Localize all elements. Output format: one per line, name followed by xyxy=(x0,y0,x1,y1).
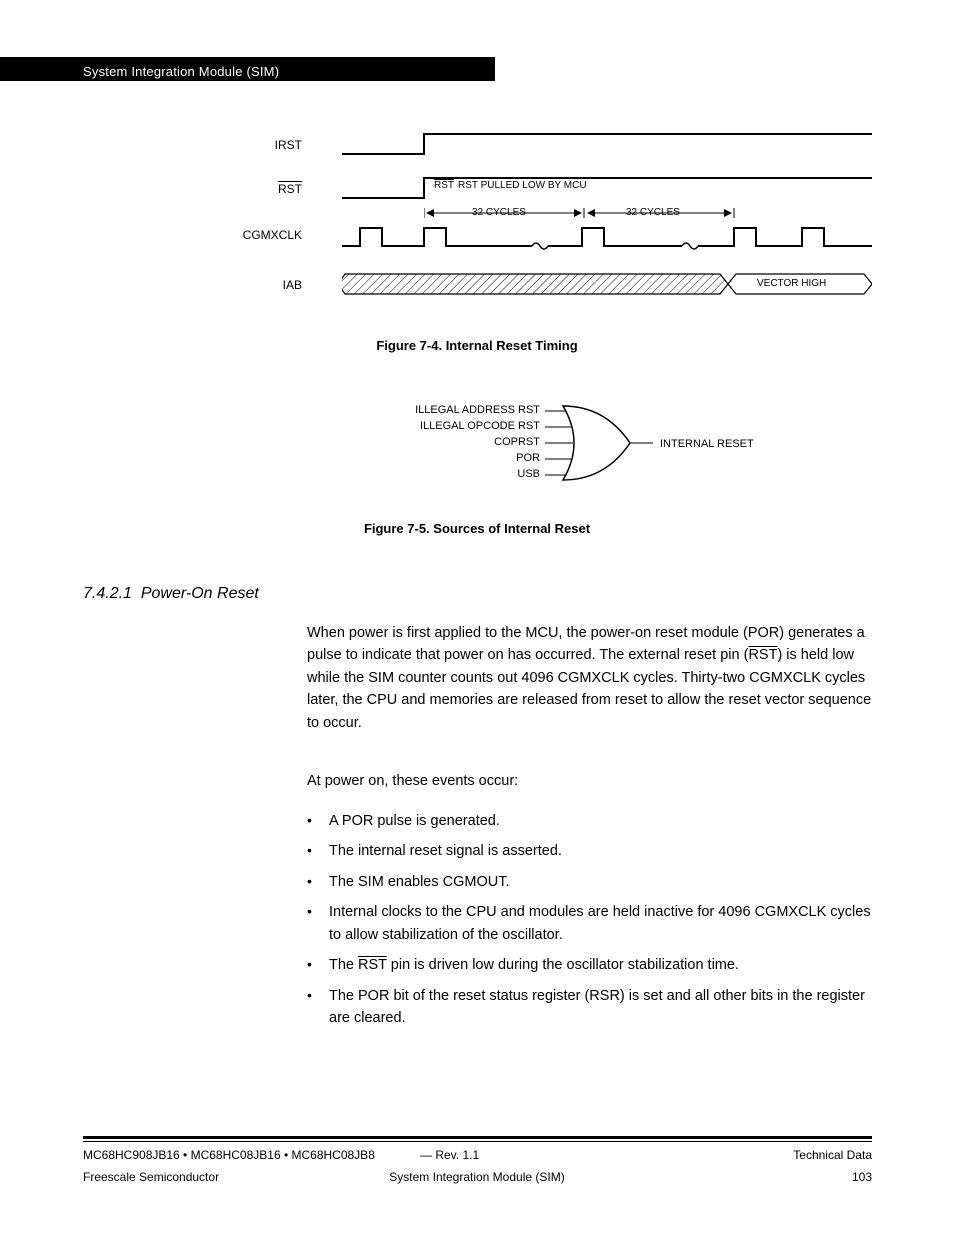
or-gate-diagram: ILLEGAL ADDRESS RST ILLEGAL OPCODE RST C… xyxy=(380,402,800,502)
section-number: 7.4.2.1 xyxy=(83,585,132,602)
bullet-icon: • xyxy=(307,871,329,893)
bullet-5: • The RST pin is driven low during the o… xyxy=(307,954,872,976)
iab-vector-high: VECTOR HIGH xyxy=(757,278,826,289)
footer-ver: — Rev. 1.1 xyxy=(420,1148,479,1162)
or-input-2: ILLEGAL OPCODE RST xyxy=(370,420,540,432)
footer-page: 103 xyxy=(852,1170,872,1184)
page-header-title: System Integration Module (SIM) xyxy=(83,64,279,79)
cycles-label-b: 32 CYCLES xyxy=(626,207,680,218)
cycles-label-a: 32 CYCLES xyxy=(472,207,526,218)
bullet-icon: • xyxy=(307,985,329,1007)
bullet-icon: • xyxy=(307,954,329,976)
bullet-3: • The SIM enables CGMOUT. xyxy=(307,871,872,893)
or-input-5: USB xyxy=(370,468,540,480)
bullet-icon: • xyxy=(307,810,329,832)
figure-7-4-caption: Figure 7-4. Internal Reset Timing xyxy=(0,338,954,353)
timing-figure: IRST RST CGMXCLK IAB RST RST PULLED LOW … xyxy=(282,132,882,307)
bullet-1: • A POR pulse is generated. xyxy=(307,810,872,832)
note-rst-overline: RST xyxy=(434,180,454,191)
waveform-irst xyxy=(342,132,872,156)
footer-docnum: MC68HC908JB16 • MC68HC08JB16 • MC68HC08J… xyxy=(83,1148,375,1162)
bullet-icon: • xyxy=(307,901,329,923)
or-output-label: INTERNAL RESET xyxy=(660,438,754,450)
signal-label-irst: IRST xyxy=(232,138,302,152)
signal-label-iab: IAB xyxy=(232,278,302,292)
or-input-3: COPRST xyxy=(370,436,540,448)
waveform-rst xyxy=(342,176,872,200)
or-input-1: ILLEGAL ADDRESS RST xyxy=(370,404,540,416)
para-2: At power on, these events occur: xyxy=(307,770,872,792)
note-rst-pulled-low: RST PULLED LOW BY MCU xyxy=(458,180,587,191)
waveform-cgmxclk xyxy=(342,224,872,254)
bullet-2: • The internal reset signal is asserted. xyxy=(307,840,872,862)
footer-rule xyxy=(83,1136,872,1142)
bullet-icon: • xyxy=(307,840,329,862)
footer-section: System Integration Module (SIM) xyxy=(0,1170,954,1184)
signal-label-rst: RST xyxy=(232,182,302,196)
section-heading: 7.4.2.1 Power-On Reset xyxy=(83,585,259,603)
bullet-4: • Internal clocks to the CPU and modules… xyxy=(307,901,872,946)
footer-manual: Technical Data xyxy=(793,1148,872,1162)
figure-7-5-caption: Figure 7-5. Sources of Internal Reset xyxy=(0,521,954,536)
or-input-4: POR xyxy=(370,452,540,464)
section-title: Power-On Reset xyxy=(141,585,259,602)
bullet-6: • The POR bit of the reset status regist… xyxy=(307,985,872,1030)
signal-label-cgmxclk: CGMXCLK xyxy=(232,228,302,242)
bullet-list: • A POR pulse is generated. • The intern… xyxy=(307,810,872,1038)
para-1: When power is first applied to the MCU, … xyxy=(307,622,872,734)
